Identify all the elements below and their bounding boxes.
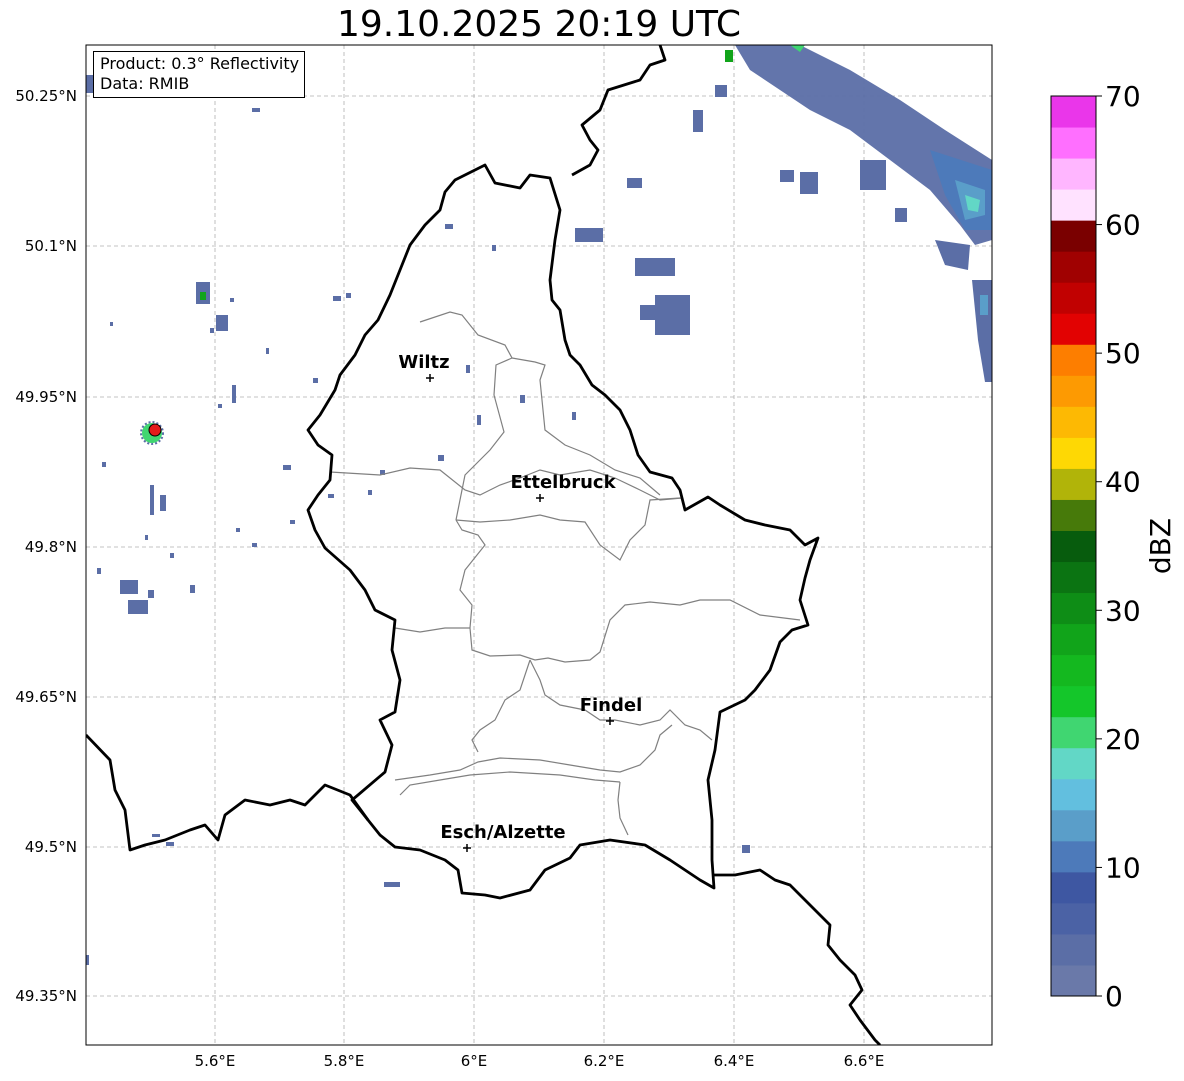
colorbar-tick-label: 30 bbox=[1105, 594, 1141, 627]
colorbar-tick-label: 50 bbox=[1105, 337, 1141, 370]
city-label-ettelbruck: Ettelbruck bbox=[510, 472, 616, 493]
colorbar-segment bbox=[1051, 127, 1096, 159]
product-text: Product: 0.3° Reflectivity bbox=[100, 54, 300, 73]
lon-label: 5.8°E bbox=[324, 1052, 365, 1070]
colorbar-segment bbox=[1051, 282, 1096, 314]
colorbar bbox=[1051, 96, 1096, 997]
city-label-esch-alzette: Esch/Alzette bbox=[440, 822, 565, 843]
colorbar-tick-label: 20 bbox=[1105, 723, 1141, 756]
colorbar-segment bbox=[1051, 406, 1096, 438]
colorbar-segment bbox=[1051, 964, 1096, 997]
lon-label: 6.4°E bbox=[714, 1052, 755, 1070]
colorbar-segment bbox=[1051, 220, 1096, 252]
lat-label: 50.25°N bbox=[15, 87, 77, 105]
lon-label: 6.6°E bbox=[844, 1052, 885, 1070]
map-figure: Wiltz Ettelbruck Findel Esch/Alzette 50.… bbox=[15, 44, 1177, 1070]
product-info-box: Product: 0.3° Reflectivity Data: RMIB bbox=[93, 51, 306, 98]
colorbar-ticks: 0 10 20 30 40 50 60 70 bbox=[1096, 80, 1141, 1013]
colorbar-segment bbox=[1051, 685, 1096, 718]
lat-label: 49.5°N bbox=[25, 838, 77, 856]
city-label-findel: Findel bbox=[580, 695, 643, 716]
colorbar-tick-label: 60 bbox=[1105, 209, 1141, 242]
colorbar-segment bbox=[1051, 747, 1096, 780]
colorbar-segment bbox=[1051, 809, 1096, 842]
colorbar-segment bbox=[1051, 437, 1096, 469]
lon-label: 6.2°E bbox=[584, 1052, 625, 1070]
lat-label: 49.8°N bbox=[25, 538, 77, 556]
colorbar-segment bbox=[1051, 561, 1096, 594]
colorbar-segment bbox=[1051, 871, 1096, 904]
data-source-text: Data: RMIB bbox=[100, 74, 190, 93]
lat-label: 49.95°N bbox=[15, 388, 77, 406]
colorbar-segment bbox=[1051, 654, 1096, 687]
colorbar-tick-label: 0 bbox=[1105, 980, 1123, 1013]
colorbar-segment bbox=[1051, 592, 1096, 625]
longitude-labels: 5.6°E 5.8°E 6°E 6.2°E 6.4°E 6.6°E bbox=[195, 1052, 885, 1070]
lat-label: 50.1°N bbox=[25, 237, 77, 255]
colorbar-segment bbox=[1051, 530, 1096, 563]
colorbar-segment bbox=[1051, 778, 1096, 811]
lat-label: 49.65°N bbox=[15, 688, 77, 706]
colorbar-segment bbox=[1051, 189, 1096, 221]
colorbar-label: dBZ bbox=[1144, 518, 1177, 574]
colorbar-segment bbox=[1051, 716, 1096, 749]
lon-label: 5.6°E bbox=[195, 1052, 236, 1070]
colorbar-segment bbox=[1051, 96, 1096, 128]
lat-label: 49.35°N bbox=[15, 987, 77, 1005]
latitude-labels: 50.25°N 50.1°N 49.95°N 49.8°N 49.65°N 49… bbox=[15, 87, 77, 1005]
colorbar-segment bbox=[1051, 313, 1096, 345]
colorbar-segment bbox=[1051, 499, 1096, 531]
colorbar-tick-label: 40 bbox=[1105, 466, 1141, 499]
colorbar-tick-label: 10 bbox=[1105, 851, 1141, 884]
colorbar-segment bbox=[1051, 344, 1096, 376]
colorbar-segment bbox=[1051, 902, 1096, 935]
colorbar-segment bbox=[1051, 158, 1096, 190]
colorbar-segment bbox=[1051, 840, 1096, 873]
colorbar-segment bbox=[1051, 251, 1096, 283]
colorbar-segment bbox=[1051, 468, 1096, 500]
colorbar-segment bbox=[1051, 375, 1096, 407]
colorbar-segment bbox=[1051, 623, 1096, 656]
colorbar-tick-label: 70 bbox=[1105, 80, 1141, 113]
colorbar-segment bbox=[1051, 933, 1096, 966]
lon-label: 6°E bbox=[461, 1052, 488, 1070]
city-label-wiltz: Wiltz bbox=[398, 352, 449, 373]
